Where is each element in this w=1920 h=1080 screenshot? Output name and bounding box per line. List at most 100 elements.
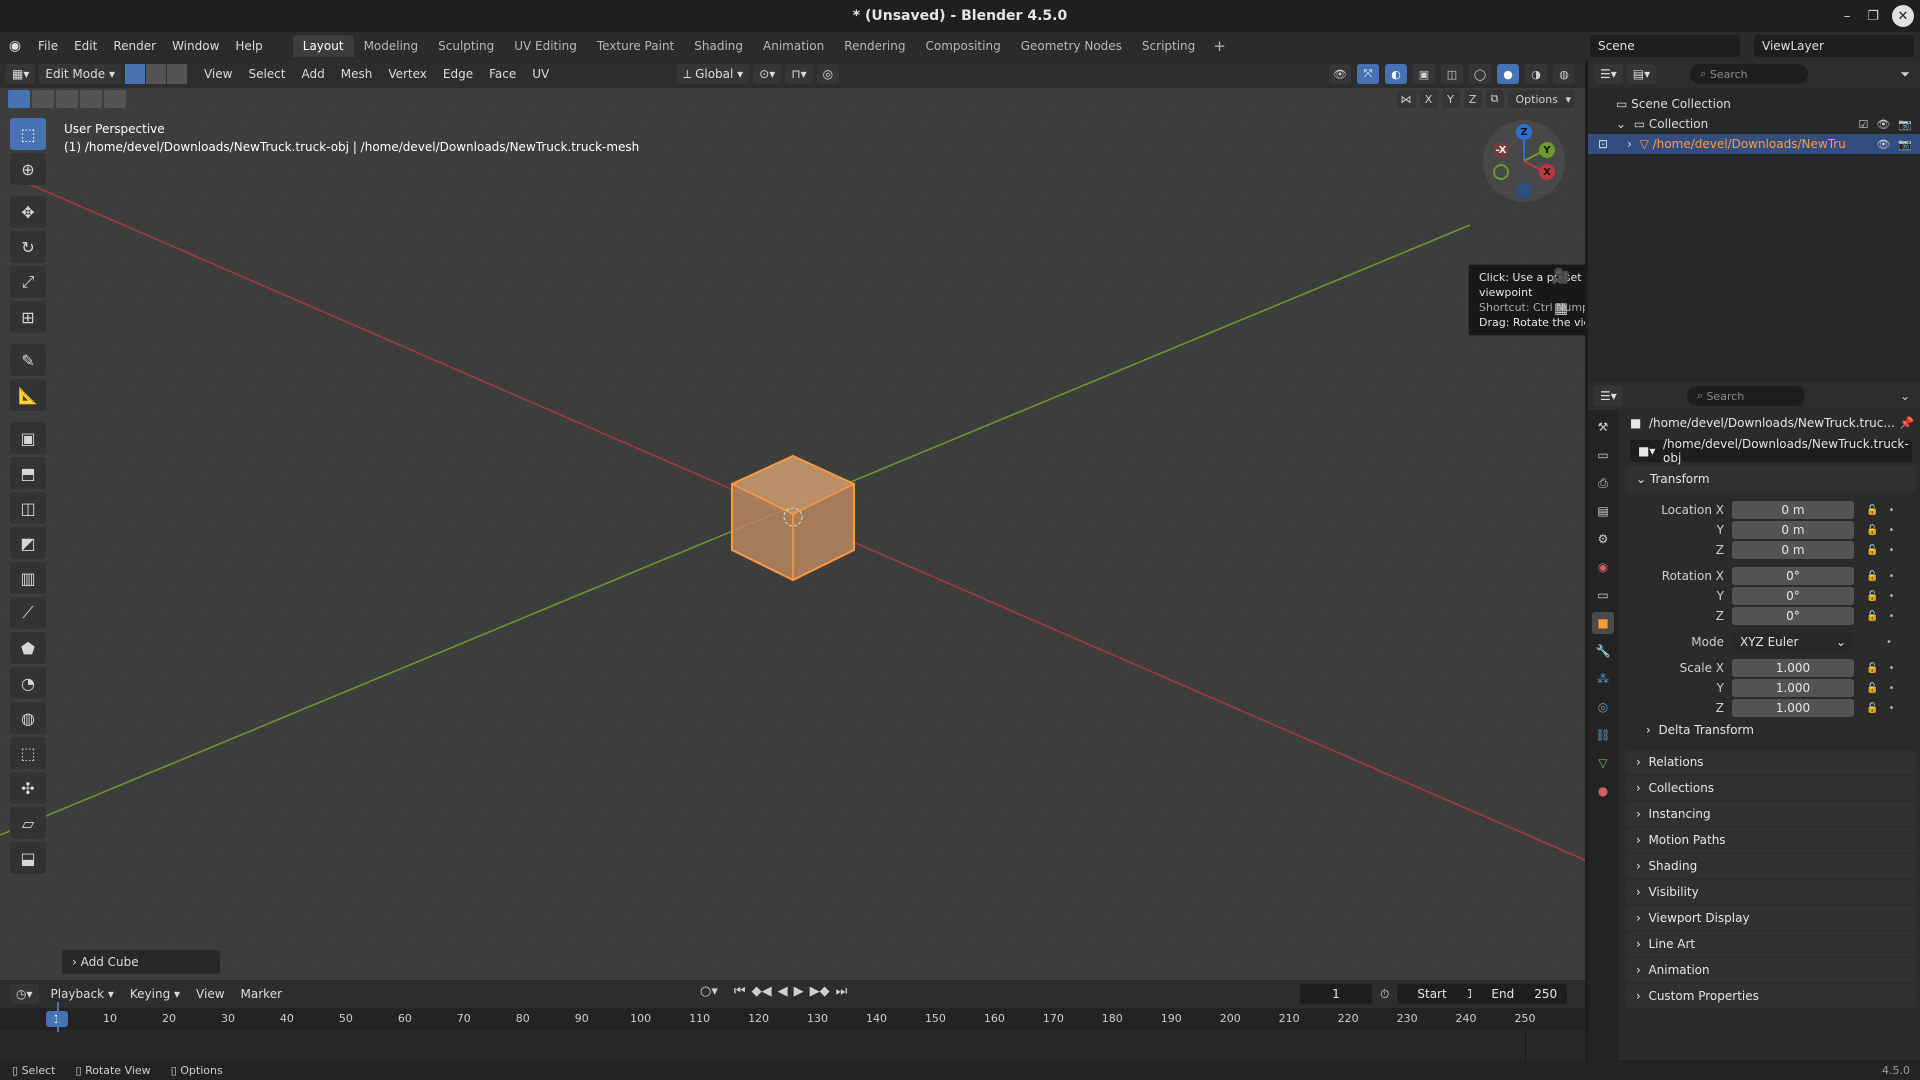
select-box-tool-icon[interactable]: ⬚ [10, 118, 46, 150]
tool-tab-icon[interactable]: ⚒ [1592, 416, 1614, 438]
chevron-right-icon[interactable]: › [1627, 137, 1639, 151]
visibility-icon[interactable]: 👁 [1329, 64, 1351, 84]
extrude-tool-icon[interactable]: ⬒ [10, 457, 46, 489]
jump-start-icon[interactable]: ⏮ [734, 984, 746, 999]
inset-tool-icon[interactable]: ◫ [10, 492, 46, 524]
3d-viewport[interactable]: ▦▾ Edit Mode ▾ View Select Add Mesh Vert… [0, 60, 1585, 980]
menu-edge[interactable]: Edge [435, 67, 481, 81]
gizmo-neg-y-icon[interactable] [1493, 164, 1509, 180]
select-intersect-icon[interactable] [104, 90, 126, 108]
chevron-down-icon[interactable]: ⌄ [1616, 117, 1634, 131]
panel-motion-paths[interactable]: › Motion Paths [1626, 828, 1916, 852]
menu-add[interactable]: Add [293, 67, 332, 81]
lock-icon[interactable]: 🔓 [1866, 611, 1878, 622]
panel-custom-properties[interactable]: › Custom Properties [1626, 984, 1916, 1008]
keyframe-dot-icon[interactable]: • [1888, 611, 1894, 622]
keyframe-dot-icon[interactable]: • [1888, 525, 1894, 536]
collection-tab-icon[interactable]: ▭ [1592, 584, 1614, 606]
properties-search-input[interactable]: ⌕ Search [1686, 386, 1805, 406]
lock-icon[interactable]: 🔓 [1866, 571, 1878, 582]
measure-tool-icon[interactable]: 📐 [10, 379, 46, 411]
orientation-dropdown[interactable]: ⟂ Global ▾ [677, 64, 750, 84]
editor-type-icon[interactable]: ▦▾ [6, 64, 36, 84]
menu-render[interactable]: Render [105, 32, 164, 60]
mirror-z[interactable]: Z [1463, 90, 1482, 108]
rendered-shading-icon[interactable]: ◍ [1553, 64, 1575, 84]
menu-edit[interactable]: Edit [66, 32, 105, 60]
lock-icon[interactable]: 🔓 [1866, 545, 1878, 556]
particles-tab-icon[interactable]: ⁂ [1592, 668, 1614, 690]
edge-slide-tool-icon[interactable]: ⬚ [10, 737, 46, 769]
keyframe-dot-icon[interactable]: • [1888, 683, 1894, 694]
frame-ruler[interactable]: 1 10203040506070809010011012013014015016… [0, 1008, 1585, 1030]
keyframe-dot-icon[interactable]: • [1888, 571, 1894, 582]
modifier-tab-icon[interactable]: 🔧 [1592, 640, 1614, 662]
mirror-icon[interactable]: ⋈ [1396, 90, 1416, 108]
menu-keying[interactable]: Keying ▾ [122, 987, 188, 1001]
panel-viewport-display[interactable]: › Viewport Display [1626, 906, 1916, 930]
record-icon[interactable]: ○▾ [700, 984, 718, 999]
auto-merge-icon[interactable]: ⧉ [1485, 90, 1504, 108]
menu-view[interactable]: View [196, 67, 240, 81]
end-frame-field[interactable]: End 250 [1471, 984, 1568, 1004]
display-mode-icon[interactable]: ▤▾ [1626, 64, 1657, 84]
menu-file[interactable]: File [30, 32, 66, 60]
smooth-tool-icon[interactable]: ◍ [10, 702, 46, 734]
panel-collections[interactable]: › Collections [1626, 776, 1916, 800]
lock-icon[interactable]: 🔓 [1866, 663, 1878, 674]
rotation-y-field[interactable]: 0° [1732, 587, 1854, 605]
tab-animation[interactable]: Animation [753, 35, 834, 57]
blender-logo-icon[interactable]: ◉ [0, 38, 30, 54]
collection-row[interactable]: ⌄ ▭ Collection ☑ 👁 📷 [1588, 114, 1920, 134]
wireframe-shading-icon[interactable]: ◯ [1469, 64, 1491, 84]
pivot-icon[interactable]: ⊙▾ [753, 64, 782, 84]
eye-icon[interactable]: 👁 [1876, 118, 1890, 131]
output-tab-icon[interactable]: ⎙ [1592, 472, 1614, 494]
filter-icon[interactable]: ⏷ [1900, 67, 1910, 82]
tab-layout[interactable]: Layout [292, 35, 354, 57]
keyframe-dot-icon[interactable]: • [1888, 703, 1894, 714]
menu-uv[interactable]: UV [524, 67, 557, 81]
play-reverse-icon[interactable]: ◀ [778, 984, 788, 999]
outliner-search-input[interactable]: ⌕ Search [1690, 64, 1809, 84]
rip-tool-icon[interactable]: ⬓ [10, 842, 46, 874]
menu-vertex[interactable]: Vertex [380, 67, 435, 81]
data-tab-icon[interactable]: ▽ [1592, 752, 1614, 774]
minimize-icon[interactable]: – [1834, 0, 1860, 32]
face-select-icon[interactable] [166, 64, 187, 84]
rotation-mode-dropdown[interactable]: XYZ Euler ⌄ [1732, 633, 1854, 651]
scale-tool-icon[interactable]: ⤢ [10, 266, 46, 298]
gizmo-x[interactable]: X [1539, 164, 1555, 180]
mirror-y[interactable]: Y [1441, 90, 1460, 108]
edge-select-icon[interactable] [145, 64, 166, 84]
gizmo-y[interactable]: Y [1539, 142, 1555, 158]
loop-cut-tool-icon[interactable]: ▥ [10, 562, 46, 594]
select-subtract-icon[interactable] [56, 90, 78, 108]
select-extend-icon[interactable] [32, 90, 54, 108]
redo-panel[interactable]: › Add Cube [62, 950, 220, 974]
mode-dropdown[interactable]: Edit Mode ▾ [39, 64, 121, 84]
keyframe-dot-icon[interactable]: • [1888, 663, 1894, 674]
menu-timeline-view[interactable]: View [188, 987, 232, 1001]
keyframe-dot-icon[interactable]: • [1888, 505, 1894, 516]
tab-scripting[interactable]: Scripting [1132, 35, 1205, 57]
ortho-toggle-icon[interactable]: ▦ [1548, 296, 1574, 320]
eye-icon[interactable]: 👁 [1876, 138, 1890, 151]
scale-z-field[interactable]: 1.000 [1732, 699, 1854, 717]
menu-playback[interactable]: Playback ▾ [43, 987, 122, 1001]
pin-icon[interactable]: 📌 [1899, 416, 1914, 430]
panel-line-art[interactable]: › Line Art [1626, 932, 1916, 956]
scene-selector[interactable]: Scene [1590, 35, 1740, 57]
poly-build-tool-icon[interactable]: ⬟ [10, 632, 46, 664]
options-button[interactable]: Options ▾ [1507, 90, 1575, 108]
snap-icon[interactable]: ⊓▾ [785, 64, 813, 84]
edit-mode-icon[interactable]: ⊡ [1598, 137, 1627, 151]
gizmo-z[interactable]: Z [1516, 124, 1532, 140]
start-frame-field[interactable]: Start1 [1397, 984, 1485, 1004]
view-layer-tab-icon[interactable]: ▤ [1592, 500, 1614, 522]
solid-shading-icon[interactable]: ● [1497, 64, 1519, 84]
tab-sculpting[interactable]: Sculpting [428, 35, 504, 57]
jump-end-icon[interactable]: ⏭ [836, 984, 848, 999]
rotation-z-field[interactable]: 0° [1732, 607, 1854, 625]
lock-icon[interactable]: 🔓 [1866, 525, 1878, 536]
